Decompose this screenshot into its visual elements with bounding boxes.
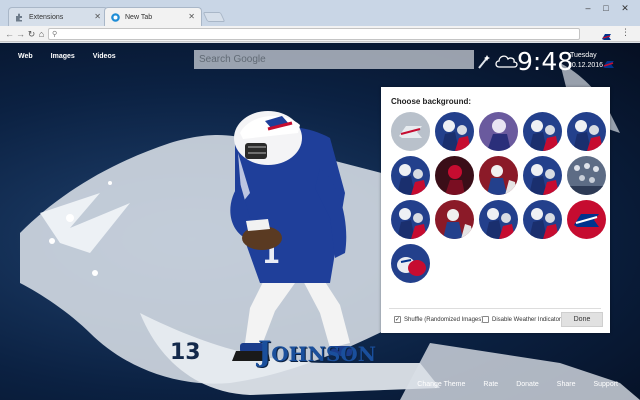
weather-label: Disable Weather Indicator [492,316,561,323]
shuffle-label: Shuffle (Randomized Images) [404,316,484,323]
background-thumbnail[interactable] [391,112,430,151]
weekday: Tuesday [570,52,597,59]
background-thumbnail[interactable] [523,156,562,195]
date: 20.12.2016 [568,62,604,69]
newtab-icon [111,12,120,22]
tab-strip: Extensions ✕ New Tab ✕ – □ ✕ [0,0,640,26]
close-window-icon[interactable]: ✕ [617,3,633,14]
back-icon[interactable]: ← [4,28,15,40]
tab-label: New Tab [125,13,153,21]
google-search-input[interactable] [194,50,474,69]
done-button[interactable]: Done [561,312,603,327]
close-icon[interactable]: ✕ [188,12,195,21]
shuffle-option[interactable]: ✓ Shuffle (Randomized Images) [394,316,483,323]
chooser-title: Choose background: [391,97,472,106]
background-thumbnail[interactable] [567,156,606,195]
search-link-images[interactable]: Images [51,53,75,60]
background-thumbnail[interactable] [523,200,562,239]
search-icon: ⚲ [52,31,58,38]
new-tab-button[interactable] [202,12,226,22]
divider [389,308,601,309]
weather-option[interactable]: Disable Weather Indicator [482,316,561,323]
change-theme-link[interactable]: Change Theme [417,381,465,388]
home-icon[interactable]: ⌂ [36,28,47,40]
maximize-icon[interactable]: □ [598,3,614,13]
clock: 9:48 [517,47,574,76]
background-thumbnail[interactable] [567,112,606,151]
support-link[interactable]: Support [593,381,618,388]
player-name: Johnson [258,335,376,368]
search-link-web[interactable]: Web [18,53,33,60]
shuffle-checkbox[interactable]: ✓ [394,316,401,323]
puzzle-icon [15,13,24,22]
background-thumbnail[interactable] [479,112,518,151]
player-number: 13 [170,340,201,365]
minimize-icon[interactable]: – [580,3,596,13]
background-thumbnail[interactable] [391,244,430,283]
share-link[interactable]: Share [557,381,576,388]
donate-link[interactable]: Donate [516,381,539,388]
tab-label: Extensions [29,13,64,21]
close-icon[interactable]: ✕ [94,12,101,21]
background-thumbnail[interactable] [435,156,474,195]
tab-extensions[interactable]: Extensions ✕ [8,7,108,26]
rate-link[interactable]: Rate [483,381,498,388]
background-thumbnail[interactable] [391,156,430,195]
background-thumbnail[interactable] [523,112,562,151]
footer-links: Change Theme Rate Donate Share Support [399,381,618,388]
new-tab-page: 1 Web Images Videos 9:48 Tuesday 20.12.2… [0,43,640,400]
bills-extension-icon[interactable] [601,29,612,40]
forward-icon[interactable]: → [15,28,26,40]
address-bar[interactable]: ⚲ [48,28,580,40]
browser-toolbar: ← → ↻ ⌂ ⚲ ⋮ [0,26,640,42]
background-thumbnail[interactable] [435,112,474,151]
background-thumbnail[interactable] [479,200,518,239]
bills-logo-icon [602,57,615,68]
cloud-icon [494,52,518,70]
background-thumbnail[interactable] [479,156,518,195]
magic-wand-icon[interactable] [478,55,490,69]
search-type-links: Web Images Videos [18,53,116,60]
background-chooser-panel: Choose background: ✓ Shuffle (Randomized… [381,87,610,333]
menu-icon[interactable]: ⋮ [621,27,630,38]
tab-new-tab[interactable]: New Tab ✕ [104,7,202,26]
background-thumbnail[interactable] [435,200,474,239]
search-link-videos[interactable]: Videos [93,53,116,60]
weather-checkbox[interactable] [482,316,489,323]
background-thumbnail[interactable] [391,200,430,239]
background-thumbnail[interactable] [567,200,606,239]
